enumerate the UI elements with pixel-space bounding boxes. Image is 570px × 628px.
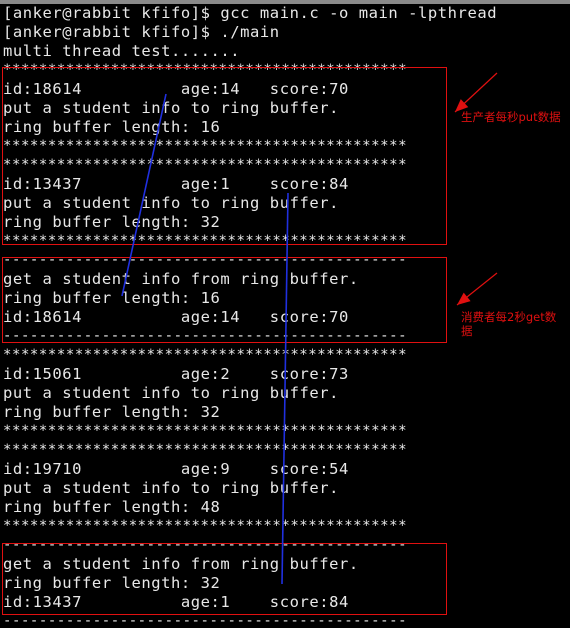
- terminal-separator-star: ****************************************…: [3, 62, 408, 78]
- terminal-line: id:15061 age:2 score:73: [3, 365, 349, 383]
- terminal-separator-star: ****************************************…: [3, 157, 408, 173]
- terminal-line: id:13437 age:1 score:84: [3, 175, 349, 193]
- terminal-line: ring buffer length: 16: [3, 118, 221, 136]
- terminal-separator-dash: ----------------------------------------…: [3, 537, 408, 553]
- terminal-line: put a student info to ring buffer.: [3, 99, 339, 117]
- arrow-consumer-shaft: [456, 272, 498, 306]
- terminal-line: ring buffer length: 32: [3, 574, 221, 592]
- terminal-separator-dash: ----------------------------------------…: [3, 252, 408, 268]
- terminal-line: put a student info to ring buffer.: [3, 479, 339, 497]
- annotation-note-consumer: 消费者每2秒get数据: [461, 310, 557, 338]
- terminal-separator-star: ****************************************…: [3, 233, 408, 249]
- terminal-separator-star: ****************************************…: [3, 442, 408, 458]
- terminal-line: id:18614 age:14 score:70: [3, 80, 349, 98]
- terminal-line: id:19710 age:9 score:54: [3, 460, 349, 478]
- terminal-separator-star: ****************************************…: [3, 138, 408, 154]
- terminal-line: ring buffer length: 16: [3, 289, 221, 307]
- terminal-line: [anker@rabbit kfifo]$ gcc main.c -o main…: [3, 4, 498, 22]
- terminal-separator-dash: ----------------------------------------…: [3, 613, 408, 628]
- arrow-producer-shaft: [454, 72, 498, 113]
- terminal-line: ring buffer length: 32: [3, 213, 221, 231]
- terminal-line: get a student info from ring buffer.: [3, 555, 359, 573]
- terminal-line: put a student info to ring buffer.: [3, 384, 339, 402]
- terminal-line: ring buffer length: 32: [3, 403, 221, 421]
- terminal-line: [anker@rabbit kfifo]$ ./main: [3, 23, 280, 41]
- terminal-line: get a student info from ring buffer.: [3, 270, 359, 288]
- annotation-note-producer: 生产者每秒put数据: [461, 110, 561, 124]
- terminal-window: [anker@rabbit kfifo]$ gcc main.c -o main…: [0, 0, 570, 628]
- terminal-line: ring buffer length: 48: [3, 498, 221, 516]
- terminal-output[interactable]: [anker@rabbit kfifo]$ gcc main.c -o main…: [0, 4, 498, 628]
- terminal-separator-star: ****************************************…: [3, 423, 408, 439]
- terminal-line: multi thread test.......: [3, 42, 241, 60]
- terminal-line: id:18614 age:14 score:70: [3, 308, 349, 326]
- terminal-line: id:13437 age:1 score:84: [3, 593, 349, 611]
- terminal-separator-dash: ----------------------------------------…: [3, 328, 408, 344]
- terminal-line: put a student info to ring buffer.: [3, 194, 339, 212]
- terminal-separator-star: ****************************************…: [3, 518, 408, 534]
- terminal-separator-star: ****************************************…: [3, 347, 408, 363]
